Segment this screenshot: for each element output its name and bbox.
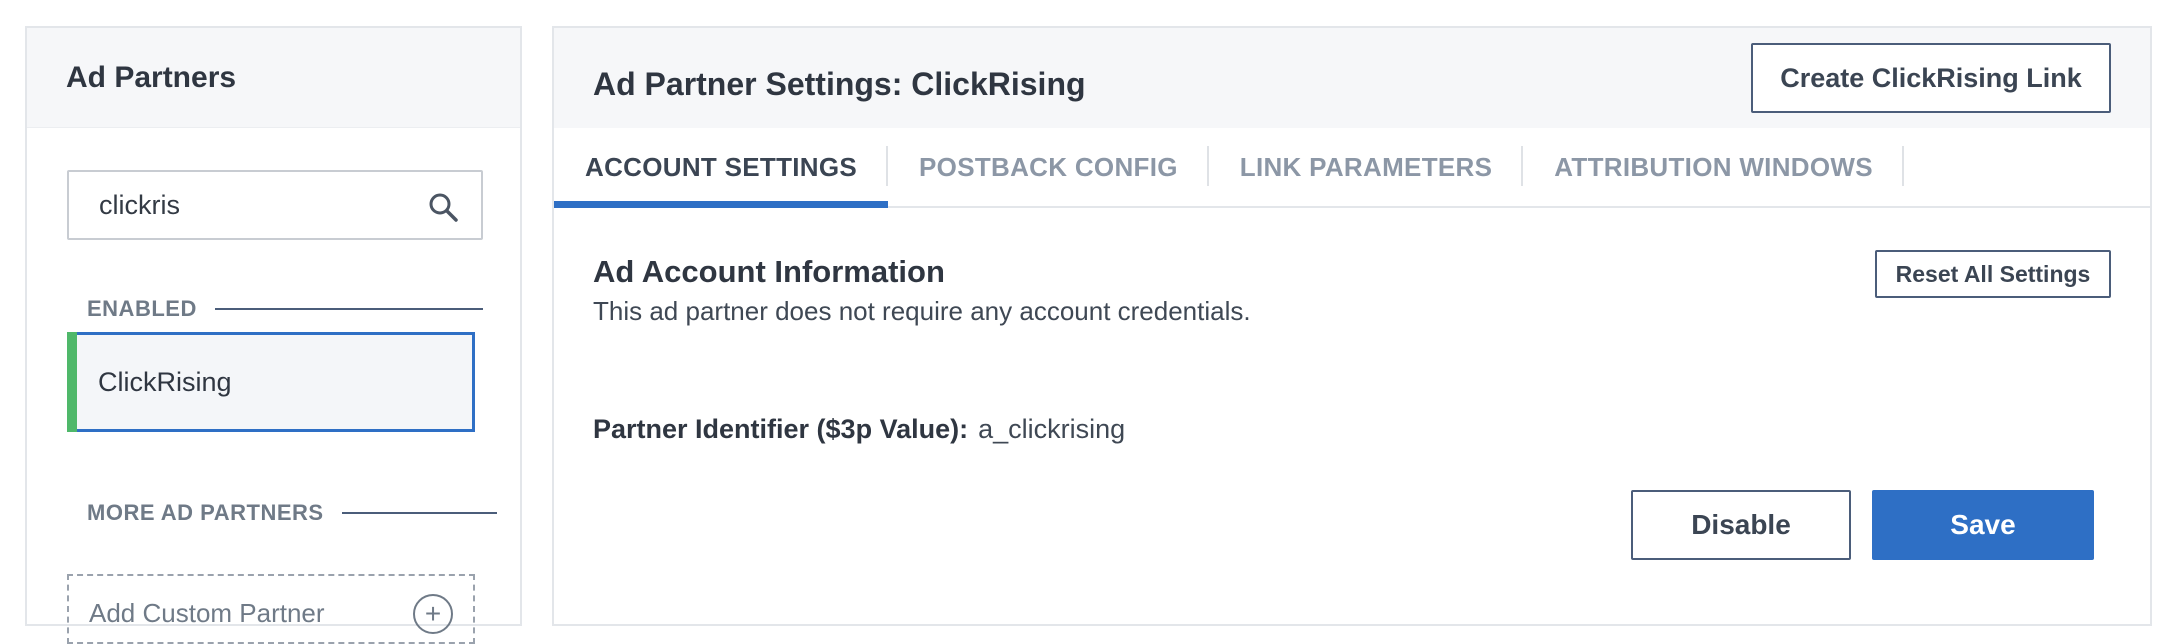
- more-partners-section-label: MORE AD PARTNERS: [87, 500, 497, 526]
- section-title: Ad Account Information: [593, 254, 945, 289]
- tab-label: ACCOUNT SETTINGS: [585, 151, 858, 182]
- disable-button[interactable]: Disable: [1631, 490, 1851, 560]
- tab-attribution-windows[interactable]: ATTRIBUTION WINDOWS: [1523, 128, 1904, 206]
- create-link-button[interactable]: Create ClickRising Link: [1751, 43, 2111, 113]
- partner-search-input[interactable]: [97, 188, 421, 222]
- partner-item-clickrising[interactable]: ClickRising: [67, 332, 475, 432]
- more-partners-label-text: MORE AD PARTNERS: [87, 500, 324, 525]
- more-partners-divider: [341, 512, 497, 514]
- settings-tabs: ACCOUNT SETTINGS POSTBACK CONFIG LINK PA…: [554, 128, 2150, 208]
- partner-identifier-value: a_clickrising: [978, 414, 1126, 444]
- tab-label: ATTRIBUTION WINDOWS: [1554, 151, 1873, 182]
- enabled-status-indicator: [67, 332, 77, 432]
- enabled-section-label: ENABLED: [87, 296, 483, 322]
- enabled-divider: [214, 308, 483, 310]
- ad-partners-header: Ad Partners: [27, 28, 520, 128]
- page-title: Ad Partner Settings: ClickRising: [593, 66, 1086, 102]
- reset-all-settings-button[interactable]: Reset All Settings: [1875, 250, 2111, 298]
- active-tab-indicator: [554, 201, 889, 208]
- tab-label: POSTBACK CONFIG: [919, 151, 1178, 182]
- ad-partners-panel: Ad Partners ENABLED ClickRising MORE AD …: [25, 26, 522, 644]
- tab-label: LINK PARAMETERS: [1239, 151, 1493, 182]
- tab-postback-config[interactable]: POSTBACK CONFIG: [888, 128, 1209, 206]
- tab-link-parameters[interactable]: LINK PARAMETERS: [1209, 128, 1524, 206]
- enabled-label-text: ENABLED: [87, 296, 197, 321]
- add-custom-partner-label: Add Custom Partner: [89, 598, 325, 628]
- ad-partners-title: Ad Partners: [66, 60, 237, 94]
- partner-settings-header: Ad Partner Settings: ClickRising Create …: [554, 28, 2150, 128]
- partner-settings-panel: Ad Partner Settings: ClickRising Create …: [552, 26, 2152, 626]
- partner-search-box[interactable]: [67, 170, 483, 240]
- tab-account-settings[interactable]: ACCOUNT SETTINGS: [554, 128, 889, 208]
- partner-item-label: ClickRising: [98, 366, 232, 397]
- partner-identifier-label: Partner Identifier ($3p Value):: [593, 414, 969, 444]
- save-button[interactable]: Save: [1872, 490, 2094, 560]
- add-custom-partner-button[interactable]: Add Custom Partner +: [67, 574, 475, 644]
- partner-identifier-row: Partner Identifier ($3p Value): a_clickr…: [593, 414, 1125, 445]
- search-icon[interactable]: [427, 191, 459, 223]
- plus-circle-icon[interactable]: +: [413, 594, 453, 634]
- tab-separator: [1901, 146, 1904, 186]
- section-description: This ad partner does not require any acc…: [593, 296, 1251, 326]
